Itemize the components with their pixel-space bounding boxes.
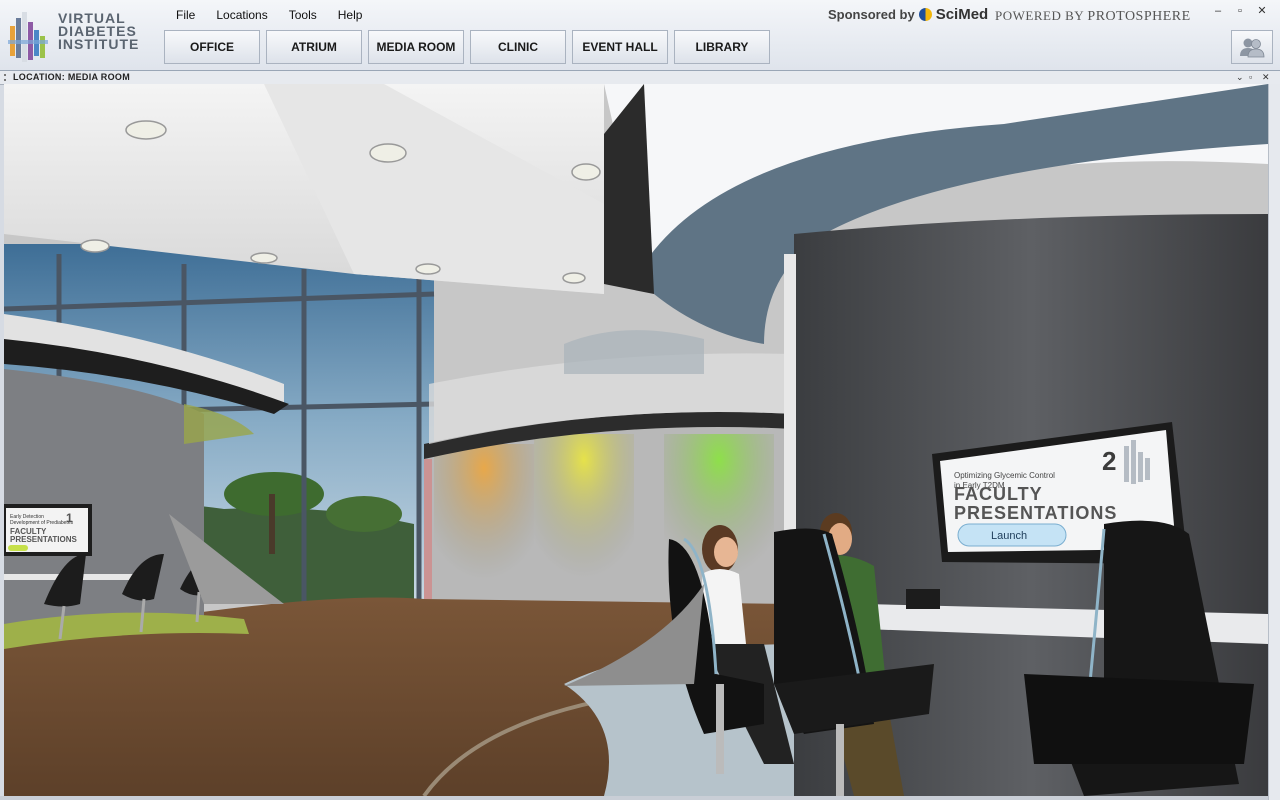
menu-file[interactable]: File [164,4,204,26]
minimize-button[interactable]: – [1210,4,1226,18]
grip-icon [4,74,12,81]
right-screen-title-1: FACULTY [954,484,1043,504]
nav-atrium-button[interactable]: ATRIUM [266,30,362,64]
media-room-scene: Early Detection Development of Prediabet… [4,84,1268,796]
close-button[interactable]: ✕ [1254,4,1270,18]
panel-float-icon[interactable]: ▫ [1249,71,1252,84]
right-screen-number: 2 [1102,446,1116,476]
people-button[interactable] [1231,30,1273,64]
location-label: LOCATION: MEDIA ROOM [13,72,130,82]
launch-label[interactable]: Launch [991,530,1027,542]
left-screen: Early Detection Development of Prediabet… [4,504,92,556]
vdi-logo: VIRTUAL DIABETES INSTITUTE [8,8,158,64]
left-screen-number: 1 [66,511,73,525]
nav-library-button[interactable]: LIBRARY [674,30,770,64]
people-icon [1240,38,1265,58]
nav-media-room-button[interactable]: MEDIA ROOM [368,30,464,64]
scrollbar[interactable] [1268,84,1280,800]
logo-bars-icon [8,12,48,62]
logo-line-3: INSTITUTE [58,36,140,52]
powered-brand: PROTOSPHERE [1087,9,1191,24]
scimed-logo-icon [918,8,932,21]
menu-bar: File Locations Tools Help [164,4,371,26]
restore-button[interactable]: ▫ [1232,4,1248,18]
left-screen-line-2: Development of Prediabetes [10,520,74,526]
sponsor-prefix: Sponsored by [828,7,915,22]
top-toolbar: VIRTUAL DIABETES INSTITUTE File Location… [0,0,1280,71]
sponsor-label: Sponsored by SciMed [828,6,988,23]
nav-clinic-button[interactable]: CLINIC [470,30,566,64]
location-nav: OFFICE ATRIUM MEDIA ROOM CLINIC EVENT HA… [164,30,770,64]
sponsor-brand: SciMed [935,6,989,23]
panel-close-icon[interactable]: ✕ [1262,71,1270,84]
powered-by-label: POWERED BY PROTOSPHERE [995,8,1191,25]
location-bar: LOCATION: MEDIA ROOM ⌄ ▫ ✕ [0,71,1280,85]
menu-tools[interactable]: Tools [277,4,326,26]
right-screen-title-2: PRESENTATIONS [954,503,1117,523]
3d-viewport[interactable]: Early Detection Development of Prediabet… [4,84,1268,796]
left-screen-title-2: PRESENTATIONS [10,535,77,544]
menu-help[interactable]: Help [326,4,372,26]
right-screen-subtitle-1: Optimizing Glycemic Control [954,471,1055,480]
nav-event-hall-button[interactable]: EVENT HALL [572,30,668,64]
powered-prefix: POWERED BY [995,8,1084,23]
nav-office-button[interactable]: OFFICE [164,30,260,64]
menu-locations[interactable]: Locations [204,4,276,26]
panel-collapse-icon[interactable]: ⌄ [1236,71,1244,84]
bottom-edge [0,796,1268,800]
